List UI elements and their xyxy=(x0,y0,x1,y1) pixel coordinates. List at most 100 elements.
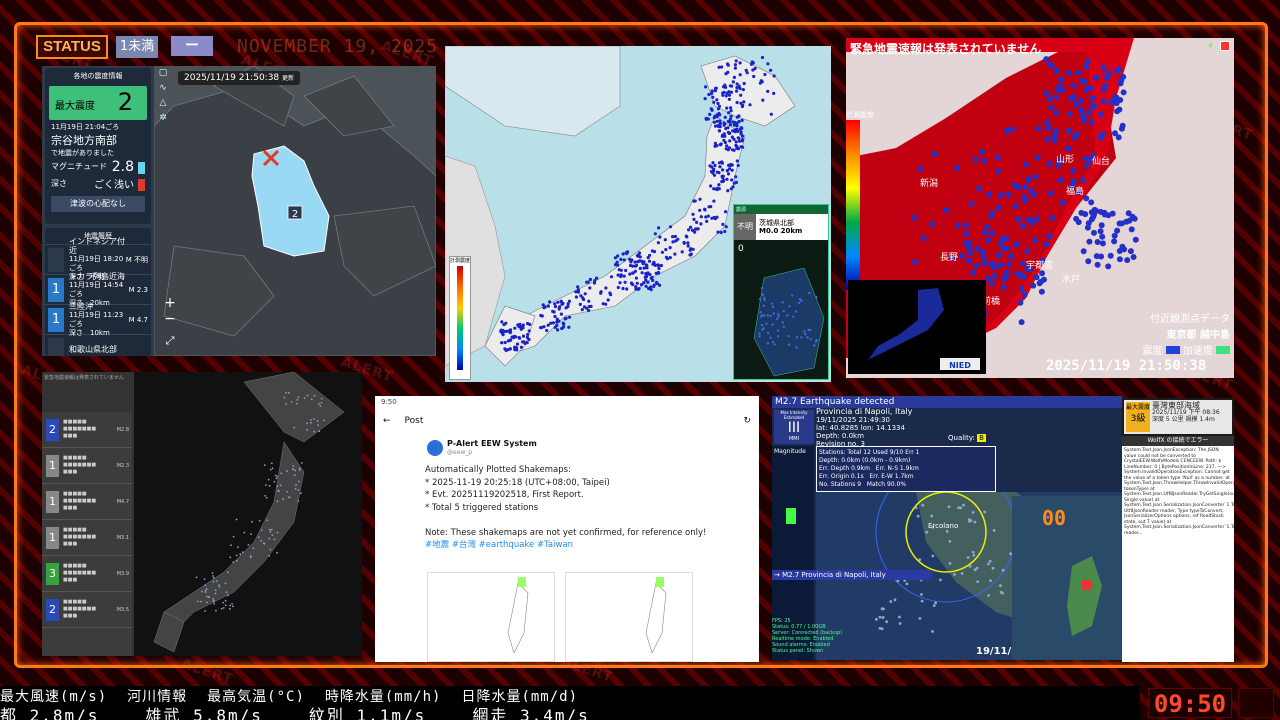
station-dot xyxy=(576,288,580,292)
station-dot xyxy=(691,212,695,216)
station-dot xyxy=(686,241,690,245)
station-dot xyxy=(735,86,739,90)
station-dot xyxy=(303,397,306,399)
station-dot xyxy=(1045,125,1052,132)
station-dot xyxy=(1082,155,1089,162)
history-intensity-badge: 1 xyxy=(48,277,64,302)
close-icon[interactable] xyxy=(1220,41,1230,51)
history-item[interactable]: 1 トカラ列島近海 11月19日 14:54ごろ 深さ 20km M 2.3 xyxy=(45,272,151,307)
epicenter-name: 宗谷地方南部 xyxy=(51,134,117,147)
shakemap-image[interactable] xyxy=(427,572,555,662)
station-dot xyxy=(708,112,712,116)
shakemap-image[interactable] xyxy=(565,572,693,662)
station-dot xyxy=(1025,216,1032,223)
station-dot xyxy=(656,241,660,245)
station-dot xyxy=(741,88,745,92)
history-map-panel: 緊急地震速報は発表されていません 2 ■■■■■ ■■■■■■■ ■■■ M2.8 1 ■■… xyxy=(42,372,362,656)
station-dot xyxy=(1070,82,1077,89)
zoom-out-button[interactable]: − xyxy=(162,312,178,328)
settings-icon[interactable]: ✲ xyxy=(156,113,170,128)
p4-map[interactable] xyxy=(134,372,362,656)
city-label: 水戸 xyxy=(1062,275,1081,285)
station-dot xyxy=(625,252,629,256)
history-name: インドネシア付近 xyxy=(69,237,125,255)
station-dot xyxy=(709,184,713,188)
post-hashtags[interactable]: #地震 #台灣 #earthquake #Taiwan xyxy=(425,539,706,552)
station-dot xyxy=(239,553,242,556)
inset-station-dot xyxy=(769,314,772,318)
account-handle[interactable]: @eew_p xyxy=(447,449,472,456)
p4-list-item[interactable]: 2 ■■■■■ ■■■■■■■ ■■■ M2.8 xyxy=(42,412,132,448)
legend-title: 計測震度 xyxy=(450,258,471,264)
station-dot xyxy=(204,589,207,592)
warning-icon[interactable]: △ xyxy=(156,98,170,113)
station-dot xyxy=(986,191,993,198)
taiwan-log-panel: 最大震度 3級 臺灣東部海域 2025/11/19 下午 08:36 深度 5 … xyxy=(1122,398,1234,662)
dash-indicator: ー xyxy=(171,36,213,56)
station-dot xyxy=(712,187,716,191)
station-dot xyxy=(297,396,300,398)
station-dot xyxy=(1116,106,1123,113)
station-dot xyxy=(268,528,271,531)
station-dot xyxy=(285,403,287,405)
station-dot xyxy=(772,74,776,78)
station-dot xyxy=(1066,111,1073,117)
station-dot xyxy=(1093,74,1100,81)
inset-station-dot xyxy=(763,296,766,299)
zoom-in-button[interactable]: + xyxy=(162,296,178,312)
back-arrow-icon[interactable]: ← xyxy=(383,416,391,426)
history-item[interactable]: インドネシア付近 11月19日 18:20ごろ 深さ 不明 M 不明 xyxy=(45,237,151,281)
inset-station-dot xyxy=(773,343,776,346)
inset-station-dot xyxy=(760,324,764,327)
taiwan-region: 臺灣東部海域 xyxy=(1152,401,1200,410)
station-dot xyxy=(1052,128,1059,135)
station-dot xyxy=(195,576,198,579)
station-dot xyxy=(723,229,727,234)
station-dot xyxy=(1070,168,1077,174)
station-dot xyxy=(772,91,776,95)
history-intensity-badge xyxy=(48,247,64,272)
station-dot xyxy=(1005,191,1012,198)
station-dot xyxy=(738,127,742,131)
inset-station-dot xyxy=(767,331,770,335)
fullscreen-icon[interactable]: ⤢ xyxy=(162,334,178,350)
avatar[interactable] xyxy=(427,440,443,456)
station-dot xyxy=(657,266,661,271)
p4-list-item[interactable]: 1 ■■■■■ ■■■■■■■ ■■■ M3.1 xyxy=(42,520,132,556)
station-dot xyxy=(588,277,592,282)
station-dot xyxy=(972,554,976,557)
station-dot xyxy=(546,304,550,308)
station-dot xyxy=(717,129,722,133)
station-dot xyxy=(693,199,697,203)
station-dot xyxy=(680,250,684,254)
station-dot xyxy=(613,263,618,267)
account-name[interactable]: P-Alert EEW System xyxy=(447,439,537,448)
station-dot xyxy=(1021,291,1028,298)
inset-map xyxy=(753,267,825,377)
station-dot xyxy=(1085,109,1092,116)
layers-icon[interactable]: ▢ xyxy=(156,68,170,83)
p4-list-item[interactable]: 3 ■■■■■ ■■■■■■■ ■■■ M3.9 xyxy=(42,556,132,592)
station-dot xyxy=(684,234,688,238)
station-dot xyxy=(1080,248,1087,255)
station-dot xyxy=(766,62,770,66)
mmi-box: Max Intensity Estimated III MMI xyxy=(774,410,814,444)
station-dot xyxy=(241,551,244,554)
station-dot xyxy=(729,109,733,113)
social-post-panel: 9:50 ← Post ↻ P-Alert EEW System @eew_p … xyxy=(375,396,759,662)
refresh-icon[interactable]: ↻ xyxy=(743,416,751,426)
history-depth: 深さ 10km xyxy=(69,328,110,337)
p4-list-item[interactable]: 1 ■■■■■ ■■■■■■■ ■■■ M4.7 xyxy=(42,484,132,520)
station-dot xyxy=(1127,248,1134,255)
station-dot xyxy=(1078,106,1084,113)
station-dot xyxy=(613,256,617,260)
p4-list-item[interactable]: 1 ■■■■■ ■■■■■■■ ■■■ M2.3 xyxy=(42,448,132,484)
hokkaido-map[interactable]: 2 xyxy=(154,66,436,356)
history-item[interactable]: 1 三陸沖 11月19日 11:23ごろ 深さ 10km M 4.7 xyxy=(45,302,151,337)
p4-list-item[interactable]: 2 ■■■■■ ■■■■■■■ ■■■ M3.5 xyxy=(42,592,132,628)
station-dot xyxy=(971,511,975,514)
station-dot xyxy=(526,332,530,337)
station-dot xyxy=(258,519,261,522)
pulse-icon[interactable]: ∿ xyxy=(156,83,170,98)
history-intensity-badge: 1 xyxy=(48,307,64,332)
